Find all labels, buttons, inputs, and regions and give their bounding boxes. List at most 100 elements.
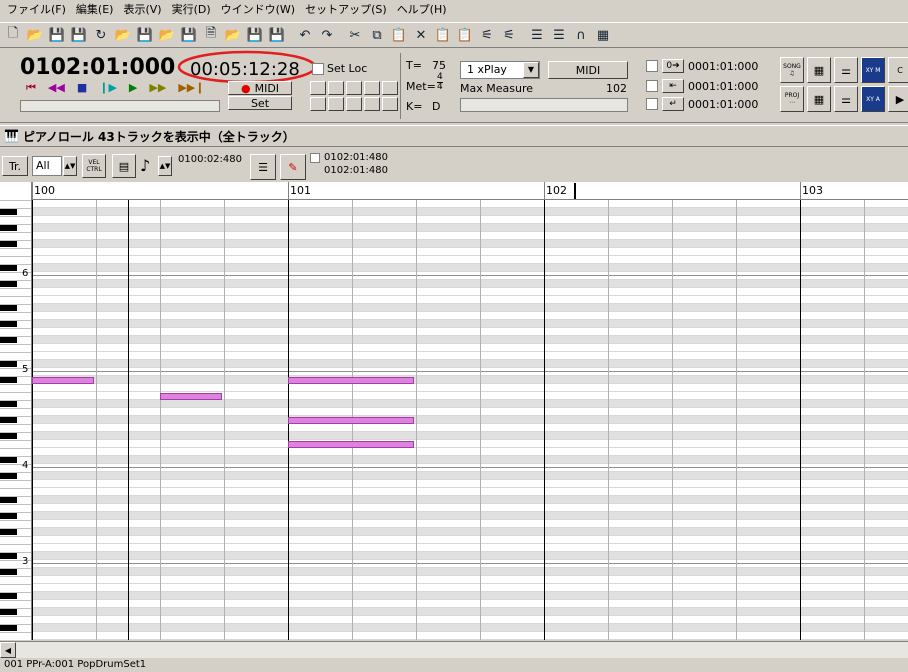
- black-key[interactable]: [0, 497, 17, 503]
- grid-row[interactable]: [32, 520, 908, 528]
- open-folder-icon[interactable]: 📂: [158, 26, 176, 44]
- grid-row[interactable]: [32, 216, 908, 224]
- set-button[interactable]: Set: [228, 96, 292, 110]
- grid-row[interactable]: [32, 264, 908, 272]
- xy-a-button[interactable]: XY A: [861, 86, 885, 112]
- grid-row[interactable]: [32, 480, 908, 488]
- meter-value[interactable]: 4 4: [437, 73, 443, 92]
- extra-button[interactable]: C: [888, 57, 908, 83]
- grid-row[interactable]: [32, 544, 908, 552]
- grid-row[interactable]: [32, 248, 908, 256]
- track-button[interactable]: Tr.: [2, 156, 28, 176]
- horizontal-scrollbar[interactable]: ◀: [0, 641, 908, 658]
- grid-row[interactable]: [32, 296, 908, 304]
- midi-button[interactable]: MIDI: [548, 61, 628, 79]
- loc2-button[interactable]: ⇤: [662, 79, 684, 93]
- black-key[interactable]: [0, 625, 17, 631]
- grid-row[interactable]: [32, 456, 908, 464]
- black-key[interactable]: [0, 569, 17, 575]
- grid-row[interactable]: [32, 552, 908, 560]
- paste-icon[interactable]: 📋: [390, 26, 408, 44]
- grid-row[interactable]: [32, 344, 908, 352]
- loc1-button[interactable]: 0➔: [662, 59, 684, 73]
- document-icon[interactable]: 🗎: [202, 26, 220, 44]
- save-icon[interactable]: 💾: [180, 26, 198, 44]
- paste-special-icon[interactable]: 📋: [434, 26, 452, 44]
- vel-ctrl-button[interactable]: VEL CTRL: [82, 154, 106, 178]
- grid-row[interactable]: [32, 280, 908, 288]
- black-key[interactable]: [0, 513, 17, 519]
- grid-row[interactable]: [32, 224, 908, 232]
- grid-row[interactable]: [32, 616, 908, 624]
- loc-button[interactable]: [364, 97, 380, 111]
- grid-row[interactable]: [32, 304, 908, 312]
- paste-special-icon[interactable]: 📋: [456, 26, 474, 44]
- black-key[interactable]: [0, 377, 17, 383]
- play-icon[interactable]: ▶: [129, 81, 137, 95]
- align-icon[interactable]: ⚟: [500, 26, 518, 44]
- extra-button-2[interactable]: ▶: [888, 86, 908, 112]
- track-spinner[interactable]: ▲▼: [63, 156, 77, 176]
- grid-row[interactable]: [32, 312, 908, 320]
- loc-button[interactable]: [328, 97, 344, 111]
- copy-icon[interactable]: ⧉: [368, 26, 386, 44]
- loc-button[interactable]: [382, 81, 398, 95]
- grid-row[interactable]: [32, 288, 908, 296]
- grid-row[interactable]: [32, 584, 908, 592]
- list-icon[interactable]: ☰: [528, 26, 546, 44]
- black-key[interactable]: [0, 281, 17, 287]
- grid-row[interactable]: [32, 504, 908, 512]
- black-key[interactable]: [0, 209, 17, 215]
- menu-item-1[interactable]: 編集(E): [71, 1, 119, 18]
- grid-row[interactable]: [32, 592, 908, 600]
- grid-row[interactable]: [32, 408, 908, 416]
- black-key[interactable]: [0, 321, 17, 327]
- chevron-down-icon[interactable]: ▼: [523, 62, 539, 78]
- cut-icon[interactable]: ✂: [346, 26, 364, 44]
- black-key[interactable]: [0, 225, 17, 231]
- score-button[interactable]: ▤: [112, 154, 136, 178]
- grid-row[interactable]: [32, 320, 908, 328]
- black-key[interactable]: [0, 305, 17, 311]
- delete-icon[interactable]: ✕: [412, 26, 430, 44]
- grid-row[interactable]: [32, 360, 908, 368]
- stop-icon[interactable]: ■: [77, 81, 87, 95]
- grid-row[interactable]: [32, 496, 908, 504]
- track-select[interactable]: All: [32, 156, 62, 176]
- grid-row[interactable]: [32, 488, 908, 496]
- max-measure-scrollbar[interactable]: [460, 98, 628, 112]
- rewind-icon[interactable]: ◀◀: [48, 81, 65, 95]
- undo-icon[interactable]: ↶: [296, 26, 314, 44]
- note-length-icon[interactable]: ♪: [140, 156, 150, 175]
- grid-row[interactable]: [32, 384, 908, 392]
- set-loc-checkbox[interactable]: [312, 62, 324, 75]
- midi-note[interactable]: [160, 393, 222, 400]
- scroll-left-button[interactable]: ◀: [0, 642, 16, 658]
- table-view-button[interactable]: ▦: [807, 57, 831, 83]
- save-icon[interactable]: 💾: [136, 26, 154, 44]
- grid-row[interactable]: [32, 528, 908, 536]
- black-key[interactable]: [0, 361, 17, 367]
- mixer-button[interactable]: ⚌: [834, 57, 858, 83]
- grid-row[interactable]: [32, 512, 908, 520]
- loc-button[interactable]: [346, 81, 362, 95]
- black-key[interactable]: [0, 457, 17, 463]
- grid-row[interactable]: [32, 536, 908, 544]
- checker-icon[interactable]: ▦: [594, 26, 612, 44]
- mixer-button-2[interactable]: ⚌: [834, 86, 858, 112]
- grid-row[interactable]: [32, 200, 908, 208]
- grid-row[interactable]: [32, 416, 908, 424]
- proj-mode-button[interactable]: PROJ ⋯: [780, 86, 804, 112]
- midi-record-button[interactable]: ● MIDI: [228, 81, 292, 95]
- midi-note[interactable]: [288, 377, 414, 384]
- menu-item-4[interactable]: ウインドウ(W): [216, 1, 300, 18]
- loc-button[interactable]: [328, 81, 344, 95]
- grid-row[interactable]: [32, 568, 908, 576]
- black-key[interactable]: [0, 553, 17, 559]
- black-key[interactable]: [0, 417, 17, 423]
- black-key[interactable]: [0, 241, 17, 247]
- grid-row[interactable]: [32, 328, 908, 336]
- grid-row[interactable]: [32, 432, 908, 440]
- xy-m-button[interactable]: XY M: [861, 57, 885, 83]
- grid-row[interactable]: [32, 272, 908, 280]
